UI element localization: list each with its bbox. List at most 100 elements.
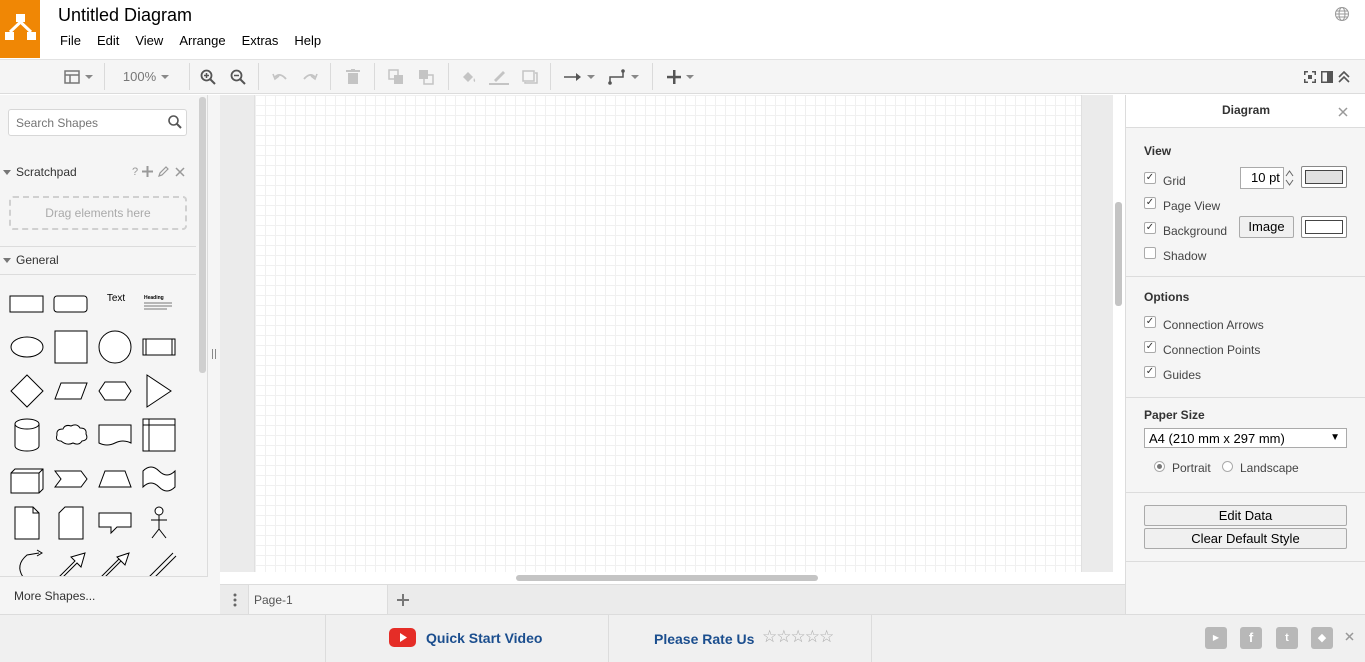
insert-button[interactable] (662, 60, 698, 93)
pages-menu-button[interactable] (222, 587, 248, 613)
scratchpad-help[interactable]: ? (132, 166, 138, 178)
landscape-radio[interactable] (1222, 460, 1233, 472)
page-tab[interactable]: Page-1 (248, 585, 388, 614)
waypoints-button[interactable] (605, 60, 641, 93)
facebook-icon[interactable]: f (1240, 627, 1262, 649)
connection-arrows-checkbox[interactable]: ✓ (1144, 316, 1156, 328)
circle-shape[interactable] (95, 327, 135, 367)
star-icon[interactable]: ☆ (776, 627, 791, 646)
parallelogram-shape[interactable] (51, 371, 91, 411)
search-icon[interactable] (167, 114, 183, 130)
cylinder-shape[interactable] (7, 415, 47, 455)
shadow-button[interactable] (519, 60, 541, 93)
scratchpad-header[interactable]: Scratchpad ? (0, 161, 196, 183)
grid-size-stepper[interactable] (1285, 168, 1294, 188)
diagram-title[interactable]: Untitled Diagram (58, 5, 192, 26)
close-icon[interactable] (175, 167, 185, 177)
star-icon[interactable]: ☆ (819, 627, 834, 646)
zoom-in-button[interactable] (197, 60, 219, 93)
connection-points-checkbox[interactable]: ✓ (1144, 341, 1156, 353)
page-view-checkbox[interactable]: ✓ (1144, 197, 1156, 209)
quick-start-video-link[interactable]: Quick Start Video (426, 630, 542, 646)
add-icon[interactable] (142, 166, 153, 177)
cube-shape[interactable] (7, 459, 47, 499)
star-icon[interactable]: ☆ (805, 627, 820, 646)
note-shape[interactable] (7, 503, 47, 543)
fill-color-button[interactable] (458, 60, 480, 93)
grid-color-button[interactable] (1301, 166, 1347, 188)
guides-checkbox[interactable]: ✓ (1144, 366, 1156, 378)
clear-default-style-button[interactable]: Clear Default Style (1144, 528, 1347, 549)
language-globe-icon[interactable] (1334, 6, 1350, 22)
horizontal-scrollbar[interactable] (516, 575, 818, 581)
youtube-icon[interactable] (389, 628, 416, 647)
to-back-button[interactable] (415, 60, 437, 93)
process-shape[interactable] (139, 327, 179, 367)
portrait-option[interactable]: Portrait (1154, 460, 1211, 476)
trapezoid-shape[interactable] (95, 459, 135, 499)
page-view-option[interactable]: ✓ Page View (1144, 197, 1220, 214)
paper-size-select[interactable]: A4 (210 mm x 297 mm) ▼ (1144, 428, 1347, 448)
general-header[interactable]: General (0, 249, 196, 271)
guides-option[interactable]: ✓ Guides (1144, 366, 1201, 383)
close-icon[interactable] (1338, 107, 1348, 117)
textbox-shape[interactable]: Heading (139, 283, 179, 323)
grid-size-input[interactable]: 10 pt (1240, 167, 1284, 189)
delete-button[interactable] (342, 60, 364, 93)
to-front-button[interactable] (385, 60, 407, 93)
internal-storage-shape[interactable] (139, 415, 179, 455)
shadow-option[interactable]: Shadow (1144, 247, 1206, 264)
portrait-radio[interactable] (1154, 460, 1165, 472)
drawio-logo[interactable] (0, 0, 40, 58)
twitter-icon[interactable]: t (1276, 627, 1298, 649)
scratchpad-dropzone[interactable]: Drag elements here (9, 196, 187, 230)
menu-edit[interactable]: Edit (89, 33, 127, 51)
github-icon[interactable]: ◆ (1311, 627, 1333, 649)
actor-shape[interactable] (139, 503, 179, 543)
step-shape[interactable] (51, 459, 91, 499)
more-shapes-button[interactable]: More Shapes... (0, 576, 208, 614)
youtube-social-icon[interactable]: ▶ (1205, 627, 1227, 649)
sidebar-scrollbar[interactable] (199, 97, 206, 373)
edit-data-button[interactable]: Edit Data (1144, 505, 1347, 526)
edit-pencil-icon[interactable] (158, 166, 169, 177)
menu-help[interactable]: Help (286, 33, 329, 51)
square-shape[interactable] (51, 327, 91, 367)
card-shape[interactable] (51, 503, 91, 543)
add-page-button[interactable] (390, 585, 416, 614)
triangle-shape[interactable] (139, 371, 179, 411)
hexagon-shape[interactable] (95, 371, 135, 411)
zoom-out-button[interactable] (227, 60, 249, 93)
diamond-shape[interactable] (7, 371, 47, 411)
document-shape[interactable] (95, 415, 135, 455)
menu-view[interactable]: View (127, 33, 171, 51)
callout-shape[interactable] (95, 503, 135, 543)
line-color-button[interactable] (488, 60, 510, 93)
zoom-select[interactable]: 100% (116, 60, 176, 93)
diagram-canvas[interactable] (220, 95, 1125, 584)
sidebar-splitter[interactable] (208, 95, 220, 614)
rounded-rectangle-shape[interactable] (51, 283, 91, 323)
connection-arrows-option[interactable]: ✓ Connection Arrows (1144, 316, 1264, 333)
format-panel-toggle[interactable] (1319, 60, 1335, 93)
background-option[interactable]: ✓ Background (1144, 222, 1227, 239)
connection-style-button[interactable] (560, 60, 598, 93)
background-image-button[interactable]: Image (1239, 216, 1294, 238)
rating-stars[interactable]: ☆☆☆☆☆ (762, 627, 834, 647)
star-icon[interactable]: ☆ (762, 627, 777, 646)
rectangle-shape[interactable] (7, 283, 47, 323)
fullscreen-button[interactable] (1302, 60, 1318, 93)
redo-button[interactable] (299, 60, 321, 93)
undo-button[interactable] (269, 60, 291, 93)
collapse-button[interactable] (1336, 60, 1352, 93)
connection-points-option[interactable]: ✓ Connection Points (1144, 341, 1260, 358)
diagram-page[interactable] (254, 95, 1082, 572)
menu-arrange[interactable]: Arrange (171, 33, 233, 51)
panels-toggle-button[interactable] (60, 60, 96, 93)
star-icon[interactable]: ☆ (791, 627, 806, 646)
grid-option[interactable]: ✓ Grid (1144, 172, 1186, 189)
menu-extras[interactable]: Extras (234, 33, 287, 51)
close-icon[interactable] (1345, 632, 1354, 641)
search-shapes-input[interactable] (8, 109, 187, 136)
landscape-option[interactable]: Landscape (1222, 460, 1299, 476)
